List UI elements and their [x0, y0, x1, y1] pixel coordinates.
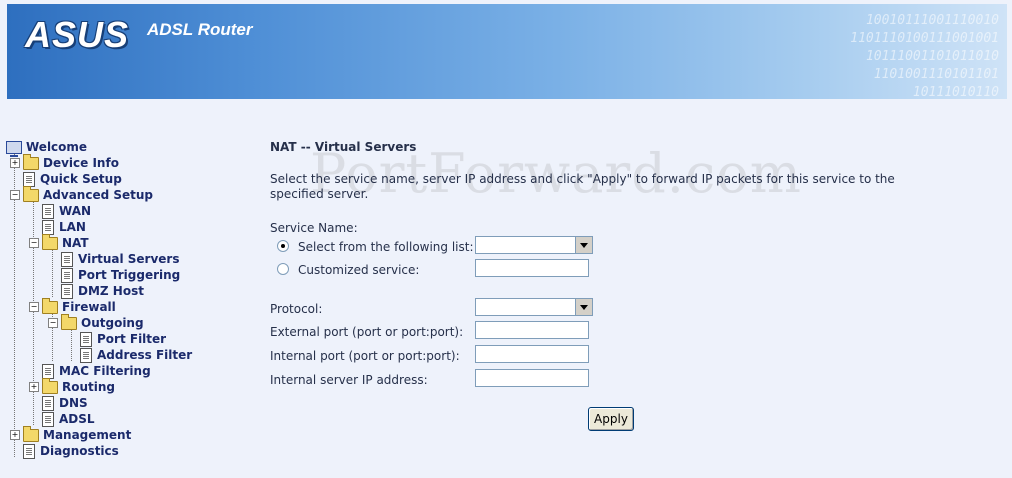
protocol-label: Protocol: — [270, 302, 323, 316]
collapse-minus-icon[interactable]: − — [29, 302, 39, 312]
folder-icon — [23, 425, 39, 442]
tree-item-lan[interactable]: LAN — [29, 219, 86, 235]
tree-item-label: Advanced Setup — [43, 188, 154, 202]
page-title: NAT -- Virtual Servers — [270, 140, 417, 154]
expand-plus-icon[interactable]: + — [10, 430, 20, 440]
open-folder-icon — [42, 233, 58, 250]
tree-item-label: Management — [43, 428, 132, 442]
tree-item-port-triggering[interactable]: Port Triggering — [48, 267, 180, 283]
tree-item-label: Port Triggering — [78, 268, 181, 282]
expand-plus-icon[interactable]: + — [29, 382, 39, 392]
collapse-minus-icon[interactable]: − — [29, 238, 39, 248]
page-icon — [61, 267, 73, 283]
tree-item-label: Quick Setup — [40, 172, 122, 186]
internal-port-input[interactable] — [475, 345, 589, 363]
tree-item-label: Outgoing — [81, 316, 144, 330]
tree-item-label: MAC Filtering — [59, 364, 151, 378]
open-folder-icon — [42, 297, 58, 314]
collapse-minus-icon[interactable]: − — [10, 190, 20, 200]
page-icon — [80, 347, 92, 363]
tree-item-label: Device Info — [43, 156, 119, 170]
server-ip-label: Internal server IP address: — [270, 373, 428, 387]
folder-icon — [23, 153, 39, 170]
tree-item-label: Firewall — [62, 300, 116, 314]
page-icon — [61, 283, 73, 299]
tree-item-adsl[interactable]: ADSL — [29, 411, 95, 427]
folder-icon — [42, 377, 58, 394]
tree-item-welcome[interactable]: Welcome — [6, 139, 88, 157]
tree-item-wan[interactable]: WAN — [29, 203, 91, 219]
virtual-servers-form: NAT -- Virtual Servers Select the servic… — [270, 0, 970, 478]
page-icon — [42, 363, 54, 379]
customized-service-radio[interactable] — [277, 263, 289, 275]
page-description: Select the service name, server IP addre… — [270, 172, 895, 201]
tree-item-label: Port Filter — [97, 332, 167, 346]
open-folder-icon — [23, 185, 39, 202]
tree-item-device-info[interactable]: + Device Info — [10, 153, 119, 171]
tree-item-label: NAT — [62, 236, 89, 250]
external-port-label: External port (port or port:port): — [270, 325, 464, 339]
tree-item-label: Routing — [62, 380, 116, 394]
expand-plus-icon[interactable]: + — [10, 158, 20, 168]
tree-item-label: LAN — [59, 220, 86, 234]
customized-service-label: Customized service: — [298, 263, 420, 277]
tree-item-dns[interactable]: DNS — [29, 395, 88, 411]
tree-item-management[interactable]: + Management — [10, 425, 132, 443]
tree-item-label: Address Filter — [97, 348, 193, 362]
apply-button[interactable]: Apply — [588, 407, 634, 431]
page-icon — [42, 395, 54, 411]
tree-item-routing[interactable]: + Routing — [29, 377, 116, 395]
page-icon — [42, 203, 54, 219]
customized-service-input[interactable] — [475, 259, 589, 277]
select-list-label: Select from the following list: — [298, 240, 474, 254]
tree-item-label: Welcome — [26, 140, 88, 154]
page-icon — [23, 171, 35, 187]
computer-icon — [6, 140, 22, 157]
tree-item-label: DMZ Host — [78, 284, 144, 298]
chevron-down-icon[interactable] — [575, 237, 592, 253]
tree-item-nat[interactable]: − NAT — [29, 233, 89, 251]
chevron-down-icon[interactable] — [575, 299, 592, 315]
open-folder-icon — [61, 313, 77, 330]
protocol-select[interactable] — [475, 298, 593, 316]
tree-item-diagnostics[interactable]: Diagnostics — [10, 443, 119, 459]
tree-item-address-filter[interactable]: Address Filter — [67, 347, 192, 363]
tree-item-port-filter[interactable]: Port Filter — [67, 331, 166, 347]
tree-item-label: ADSL — [59, 412, 95, 426]
page-icon — [61, 251, 73, 267]
tree-item-label: DNS — [59, 396, 88, 410]
tree-item-advanced-setup[interactable]: − Advanced Setup — [10, 185, 154, 203]
tree-item-label: Diagnostics — [40, 444, 119, 458]
page-icon — [42, 219, 54, 235]
page-icon — [80, 331, 92, 347]
tree-item-label: WAN — [59, 204, 92, 218]
external-port-input[interactable] — [475, 321, 589, 339]
tree-item-label: Virtual Servers — [78, 252, 180, 266]
server-ip-input[interactable] — [475, 369, 589, 387]
select-list-radio[interactable] — [277, 240, 289, 252]
collapse-minus-icon[interactable]: − — [48, 318, 58, 328]
tree-item-dmz-host[interactable]: DMZ Host — [48, 283, 144, 299]
tree-item-outgoing[interactable]: − Outgoing — [48, 313, 144, 331]
asus-logo: ASUS — [25, 14, 130, 55]
service-name-label: Service Name: — [270, 221, 358, 235]
tree-item-firewall[interactable]: − Firewall — [29, 297, 116, 315]
page-icon — [23, 443, 35, 459]
service-select[interactable] — [475, 236, 593, 254]
internal-port-label: Internal port (port or port:port): — [270, 349, 460, 363]
tree-item-virtual-servers[interactable]: Virtual Servers — [48, 251, 180, 267]
page-icon — [42, 411, 54, 427]
product-name: ADSL Router — [147, 20, 253, 39]
